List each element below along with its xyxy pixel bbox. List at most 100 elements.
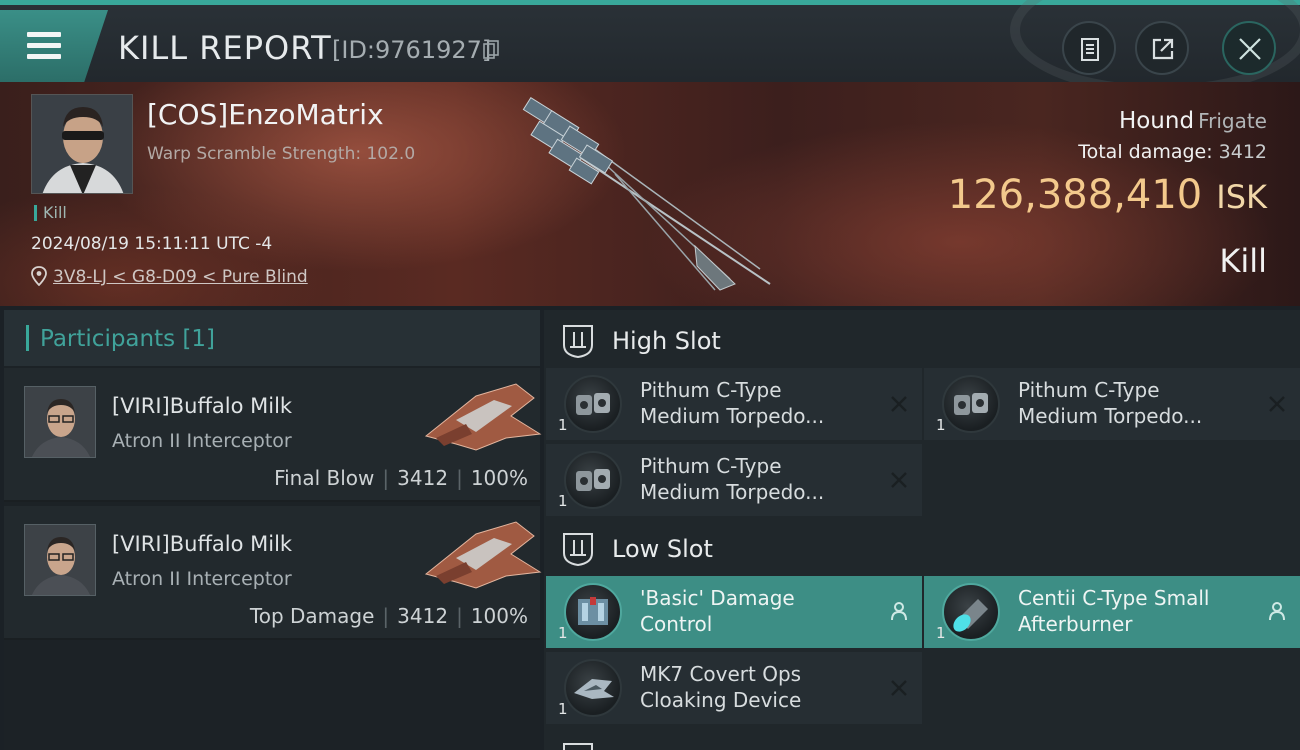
high-slot-icon [563,325,593,359]
torpedo-launcher-icon [564,375,622,433]
module-quantity: 1 [558,416,568,434]
module-name: Centii C-Type Small Afterburner [1018,585,1268,637]
menu-button[interactable] [0,10,108,82]
module-item[interactable]: 1 Pithum C-Type Medium Torpedo... [924,368,1300,440]
module-item[interactable]: 1 'Basic' Damage Control [546,576,922,648]
clipboard-icon [1081,38,1099,61]
participant-name[interactable]: [VIRI]Buffalo Milk [112,394,292,418]
separator: | [382,604,390,628]
module-name-line2: Medium Torpedo... [640,404,825,428]
total-damage: Total damage: 3412 [1078,141,1267,163]
low-slot-title: Low Slot [612,535,713,563]
victim-name[interactable]: [COS]EnzoMatrix [147,98,384,131]
page-title: KILL REPORT [118,29,332,67]
close-icon [1239,38,1261,60]
module-name-line1: Pithum C-Type [640,454,782,478]
module-name-line2: Medium Torpedo... [1018,404,1203,428]
participant-damage: 3412 [397,466,449,490]
ship-type: Frigate [1198,109,1267,133]
participant-ship: Atron II Interceptor [112,568,292,590]
module-name: Pithum C-Type Medium Torpedo... [640,377,890,429]
next-slot-header [544,730,1300,750]
module-quantity: 1 [936,624,946,642]
participant-name[interactable]: [VIRI]Buffalo Milk [112,532,292,556]
module-name-line2: Afterburner [1018,612,1133,636]
pilot-portrait-image [32,95,132,193]
module-name-line1: Pithum C-Type [1018,378,1160,402]
participant-portrait[interactable] [24,386,96,458]
module-name: Pithum C-Type Medium Torpedo... [1018,377,1268,429]
ship-class[interactable]: Hound Frigate [1119,108,1267,134]
kill-tag: Kill [34,205,67,221]
participants-header: Participants [1] [4,310,540,366]
module-item[interactable]: 1 Centii C-Type Small Afterburner [924,576,1300,648]
person-icon [1269,602,1285,621]
participant-damage: 3412 [397,604,449,628]
participant-ship: Atron II Interceptor [112,430,292,452]
destroyed-x-icon [891,680,907,696]
total-damage-label: Total damage: [1078,141,1213,163]
separator: | [456,466,463,490]
slot-icon [563,743,593,750]
pilot-portrait-image [25,525,95,595]
module-name-line2: Control [640,612,713,636]
location-link[interactable]: 3V8-LJ < G8-D09 < Pure Blind [53,267,308,287]
module-item[interactable]: 1 Pithum C-Type Medium Torpedo... [546,368,922,440]
top-bar: KILL REPORT [ID:9761927] [0,0,1300,95]
report-id: [ID:9761927] [332,36,492,64]
participant-percent: 100% [470,604,528,628]
module-name-line1: 'Basic' Damage [640,586,795,610]
participant-card[interactable]: [VIRI]Buffalo Milk Atron II Interceptor … [4,506,542,640]
high-slot-header: High Slot [544,312,1300,370]
participant-role: Final Blow [274,466,375,490]
module-quantity: 1 [936,416,946,434]
clipboard-button[interactable] [1062,21,1116,75]
low-slot-header: Low Slot [544,520,1300,578]
close-button[interactable] [1222,21,1276,75]
participants-panel: Participants [1] [VIRI]Buffalo Milk Atro… [4,310,542,750]
high-slot-title: High Slot [612,327,721,355]
participant-card[interactable]: [VIRI]Buffalo Milk Atron II Interceptor … [4,368,542,502]
participant-role: Top Damage [249,604,375,628]
isk-unit: ISK [1216,178,1267,216]
separator: | [382,466,390,490]
module-name-line1: Centii C-Type Small [1018,586,1210,610]
kill-timestamp: 2024/08/19 15:11:11 UTC -4 [31,234,273,254]
module-quantity: 1 [558,624,568,642]
pilot-portrait-image [25,387,95,457]
total-damage-value: 3412 [1218,141,1267,163]
module-quantity: 1 [558,700,568,718]
menu-icon [27,32,61,37]
share-icon [1152,38,1174,60]
destroyed-x-icon [891,472,907,488]
participants-title: Participants [1] [40,326,215,352]
kill-summary-banner: [COS]EnzoMatrix Warp Scramble Strength: … [0,82,1300,306]
damage-control-icon [564,583,622,641]
destroyed-x-icon [1269,396,1285,412]
person-icon [891,602,907,621]
participant-ship-image [424,521,542,589]
kill-result: Kill [1219,242,1267,280]
victim-portrait[interactable] [31,94,133,194]
participant-stats: Top Damage | 3412 | 100% [250,604,528,628]
participant-ship-image [424,383,542,451]
fitting-panel: High Slot 1 Pithum C-Type Medium Torpedo.… [544,310,1300,750]
module-item[interactable]: 1 Pithum C-Type Medium Torpedo... [546,444,922,516]
module-name: MK7 Covert Ops Cloaking Device [640,661,890,713]
accent-bar [26,325,29,351]
module-quantity: 1 [558,492,568,510]
afterburner-icon [942,583,1000,641]
module-name-line2: Medium Torpedo... [640,480,825,504]
module-name-line2: Cloaking Device [640,688,802,712]
isk-value: 126,388,410 ISK [948,172,1267,218]
share-button[interactable] [1135,21,1189,75]
location-pin-icon [31,266,47,286]
cloaking-device-icon [564,659,622,717]
destroyed-x-icon [891,396,907,412]
module-name-line1: MK7 Covert Ops [640,662,802,686]
copy-icon[interactable] [483,40,499,60]
separator: | [456,604,463,628]
module-item[interactable]: 1 MK7 Covert Ops Cloaking Device [546,652,922,724]
participant-stats: Final Blow | 3412 | 100% [274,466,528,490]
participant-portrait[interactable] [24,524,96,596]
